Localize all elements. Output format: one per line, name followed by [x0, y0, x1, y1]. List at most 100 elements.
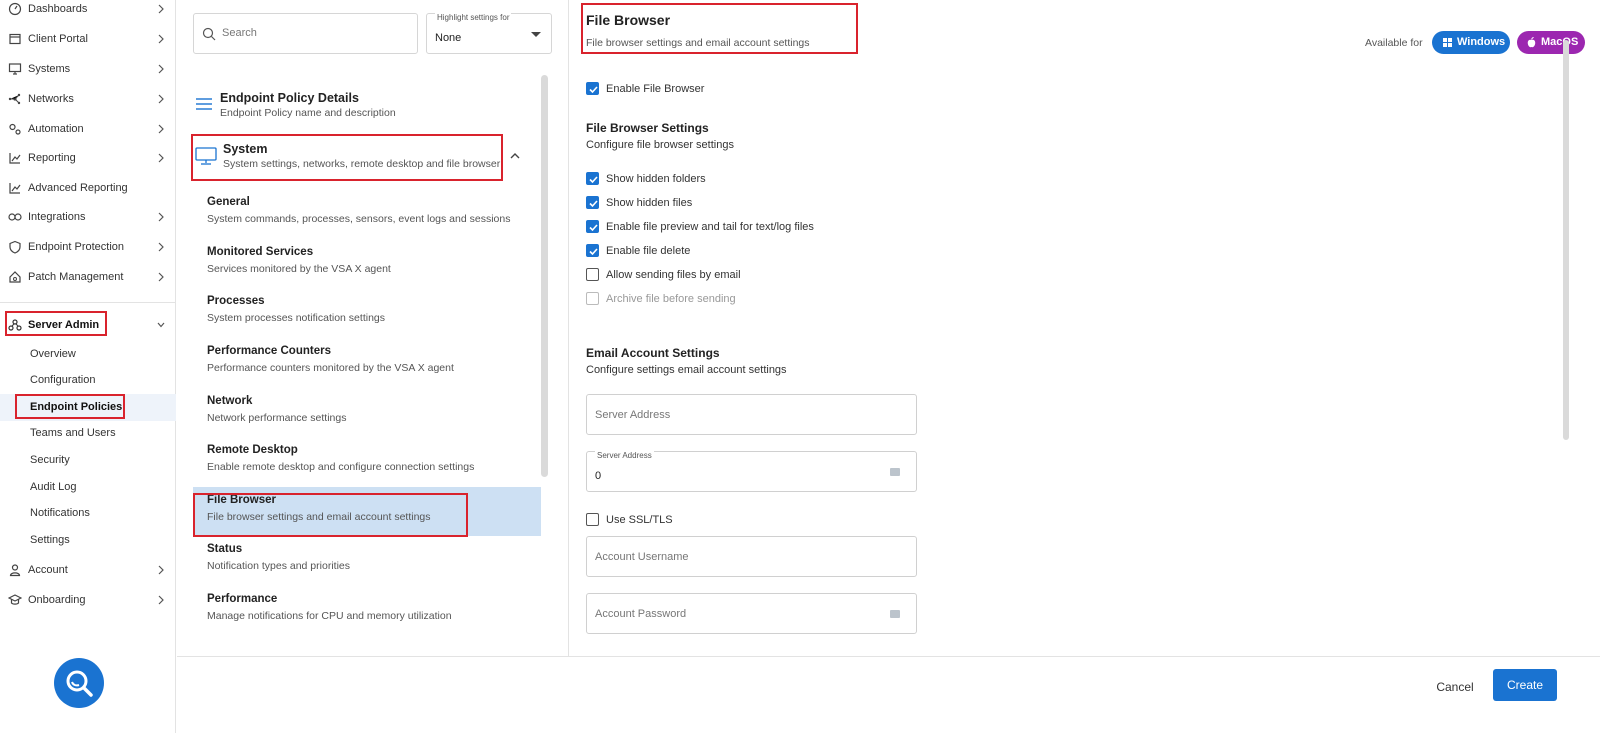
page-title: File Browser	[586, 12, 671, 28]
enable-file-delete-checkbox[interactable]	[586, 244, 599, 257]
panel-scrollbar[interactable]	[1563, 40, 1569, 440]
nav-item-reporting[interactable]: Reporting	[0, 143, 176, 173]
subnav-settings[interactable]: Settings	[0, 527, 176, 554]
nav-item-client-portal[interactable]: Client Portal	[0, 24, 176, 54]
section-title: System	[223, 142, 268, 156]
page-subtitle: File browser settings and email account …	[586, 37, 810, 49]
fb-settings-heading: File Browser Settings	[586, 121, 709, 135]
magnifier-icon	[64, 668, 94, 698]
chevron-up-icon[interactable]	[509, 151, 521, 161]
nav-label: Endpoint Protection	[28, 241, 125, 253]
item-desc: Enable remote desktop and configure conn…	[207, 461, 475, 473]
menu-item-monitored-services[interactable]: Monitored Services Services monitored by …	[193, 239, 541, 287]
subnav-label: Teams and Users	[30, 427, 116, 439]
account-username-field[interactable]: Account Username	[586, 536, 917, 577]
macos-badge[interactable]: MacOS	[1517, 31, 1585, 54]
nav-label: Account	[28, 564, 68, 576]
subnav-endpoint-policies[interactable]: Endpoint Policies	[0, 394, 176, 421]
nav-item-systems[interactable]: Systems	[0, 54, 176, 84]
subnav-label: Security	[30, 454, 70, 466]
menu-item-performance[interactable]: Performance Manage notifications for CPU …	[193, 586, 541, 634]
use-ssl-checkbox[interactable]	[586, 513, 599, 526]
chevron-right-icon	[156, 123, 166, 135]
nav-item-onboarding[interactable]: Onboarding	[0, 585, 176, 615]
email-settings-desc: Configure settings email account setting…	[586, 364, 787, 376]
option-label: Show hidden folders	[606, 173, 706, 185]
macos-label: MacOS	[1541, 36, 1579, 48]
create-button[interactable]: Create	[1493, 669, 1557, 701]
nav-item-account[interactable]: Account	[0, 555, 176, 585]
subnav-audit-log[interactable]: Audit Log	[0, 474, 176, 501]
help-search-button[interactable]	[54, 658, 104, 708]
subnav-configuration[interactable]: Configuration	[0, 367, 176, 394]
chart-icon	[8, 181, 22, 195]
monitor-icon	[8, 62, 22, 76]
enable-file-preview-checkbox[interactable]	[586, 220, 599, 233]
server-port-field[interactable]: Server Address 0	[586, 451, 917, 492]
account-password-field[interactable]: Account Password	[586, 593, 917, 634]
chevron-right-icon	[156, 564, 166, 576]
nav-item-automation[interactable]: Automation	[0, 114, 176, 144]
menu-item-status[interactable]: Status Notification types and priorities	[193, 536, 541, 584]
item-desc: System commands, processes, sensors, eve…	[207, 213, 511, 225]
settings-section-list: Search Highlight settings for None Endpo…	[177, 0, 569, 656]
graduation-cap-icon	[8, 593, 22, 607]
menu-item-file-browser[interactable]: File Browser File browser settings and em…	[193, 487, 541, 536]
subnav-label: Configuration	[30, 374, 96, 386]
subnav-label: Settings	[30, 534, 70, 546]
nav-label: Patch Management	[28, 271, 124, 283]
chevron-right-icon	[156, 93, 166, 105]
nav-item-dashboards[interactable]: Dashboards	[0, 0, 176, 24]
highlight-settings-select[interactable]: Highlight settings for None	[426, 13, 552, 54]
section-title: Endpoint Policy Details	[220, 91, 359, 105]
cancel-button[interactable]: Cancel	[1430, 674, 1480, 700]
menu-item-processes[interactable]: Processes System processes notification s…	[193, 288, 541, 336]
subnav-label: Endpoint Policies	[30, 401, 123, 413]
windows-badge[interactable]: Windows	[1432, 31, 1510, 54]
item-desc: Performance counters monitored by the VS…	[207, 362, 454, 374]
item-title: Status	[207, 543, 243, 555]
item-title: Performance	[207, 593, 278, 605]
item-title: Performance Counters	[207, 345, 331, 357]
menu-item-general[interactable]: General System commands, processes, senso…	[193, 189, 541, 237]
nav-item-advanced-reporting[interactable]: Advanced Reporting	[0, 173, 176, 203]
dashboard-icon	[8, 2, 22, 16]
allow-sending-files-checkbox[interactable]	[586, 268, 599, 281]
nav-item-endpoint-protection[interactable]: Endpoint Protection	[0, 232, 176, 262]
menu-item-performance-counters[interactable]: Performance Counters Performance counters…	[193, 338, 541, 386]
nav-item-networks[interactable]: Networks	[0, 84, 176, 114]
nav-label: Dashboards	[28, 3, 88, 15]
item-desc: System processes notification settings	[207, 312, 385, 324]
show-hidden-folders-checkbox[interactable]	[586, 172, 599, 185]
search-placeholder: Search	[222, 27, 257, 39]
caret-down-icon	[531, 32, 541, 37]
item-title: General	[207, 196, 250, 208]
subnav-label: Notifications	[30, 507, 90, 519]
subnav-teams-and-users[interactable]: Teams and Users	[0, 420, 176, 447]
item-desc: File browser settings and email account …	[207, 511, 431, 523]
subnav-overview[interactable]: Overview	[0, 341, 176, 368]
nav-item-integrations[interactable]: Integrations	[0, 202, 176, 232]
section-endpoint-policy-details[interactable]: Endpoint Policy Details Endpoint Policy …	[193, 84, 542, 134]
show-hidden-files-checkbox[interactable]	[586, 196, 599, 209]
nav-item-server-admin[interactable]: Server Admin	[0, 310, 176, 340]
enable-file-browser-checkbox[interactable]	[586, 82, 599, 95]
option-label: Enable file preview and tail for text/lo…	[606, 221, 814, 233]
subnav-notifications[interactable]: Notifications	[0, 500, 176, 527]
menu-item-remote-desktop[interactable]: Remote Desktop Enable remote desktop and …	[193, 437, 541, 485]
field-placeholder: Account Username	[595, 551, 689, 563]
subnav-security[interactable]: Security	[0, 447, 176, 474]
section-system[interactable]: System System settings, networks, remote…	[193, 135, 533, 185]
section-list-scrollbar[interactable]	[541, 75, 548, 477]
nav-item-patch-management[interactable]: Patch Management	[0, 262, 176, 292]
shield-icon	[8, 240, 22, 254]
search-input[interactable]: Search	[193, 13, 418, 54]
section-desc: Endpoint Policy name and description	[220, 107, 396, 119]
windows-label: Windows	[1457, 36, 1506, 48]
menu-item-network[interactable]: Network Network performance settings	[193, 388, 541, 436]
windows-icon	[1443, 38, 1452, 47]
server-address-field[interactable]: Server Address	[586, 394, 917, 435]
chevron-down-icon	[156, 319, 166, 331]
archive-file-checkbox	[586, 292, 599, 305]
chevron-right-icon	[156, 211, 166, 223]
